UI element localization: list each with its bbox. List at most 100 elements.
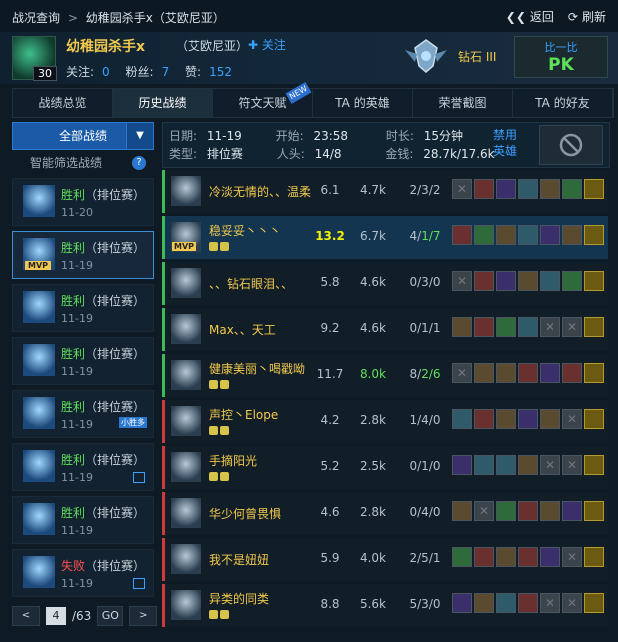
match-item[interactable]: 胜利（排位赛） 11-19 小胜多 xyxy=(12,390,154,438)
item-icon[interactable] xyxy=(518,179,538,199)
match-item[interactable]: 胜利（排位赛） 11-19 xyxy=(12,284,154,332)
item-icon[interactable] xyxy=(474,363,494,383)
empty-item-slot[interactable] xyxy=(562,593,582,613)
empty-item-slot[interactable] xyxy=(474,501,494,521)
screenshot-icon[interactable] xyxy=(133,472,145,483)
item-icon[interactable] xyxy=(562,271,582,291)
item-icon[interactable] xyxy=(496,317,516,337)
item-icon[interactable] xyxy=(452,409,472,429)
tab-screenshots[interactable]: 荣誉截图 xyxy=(413,89,513,117)
player-row[interactable]: Max、、天工 9.2 4.6k 0/1/1 xyxy=(162,308,608,351)
item-icon[interactable] xyxy=(496,409,516,429)
item-icon[interactable] xyxy=(496,593,516,613)
follow-button[interactable]: ✚ 关注 xyxy=(248,36,286,53)
item-icon[interactable] xyxy=(474,271,494,291)
go-button[interactable]: GO xyxy=(97,606,124,626)
trinket-icon[interactable] xyxy=(584,593,604,613)
match-item[interactable]: 胜利（排位赛） 11-19 xyxy=(12,443,154,491)
item-icon[interactable] xyxy=(474,409,494,429)
item-icon[interactable] xyxy=(496,501,516,521)
smart-filter[interactable]: 智能筛选战绩 ? xyxy=(12,150,154,176)
player-row[interactable]: 声控丶Elope 4.2 2.8k 1/4/0 xyxy=(162,400,608,443)
item-icon[interactable] xyxy=(496,179,516,199)
empty-item-slot[interactable] xyxy=(540,593,560,613)
empty-item-slot[interactable] xyxy=(562,317,582,337)
match-item[interactable]: 胜利（排位赛） 11-20 xyxy=(12,178,154,226)
item-icon[interactable] xyxy=(452,501,472,521)
screenshot-icon[interactable] xyxy=(133,578,145,589)
item-icon[interactable] xyxy=(518,225,538,245)
match-item[interactable]: 胜利（排位赛） 11-19 xyxy=(12,337,154,385)
tab-heroes[interactable]: TA 的英雄 xyxy=(313,89,413,117)
chevron-down-icon[interactable]: ▼ xyxy=(126,123,153,149)
item-icon[interactable] xyxy=(496,455,516,475)
back-button[interactable]: ❮❮ 返回 xyxy=(506,8,554,25)
trinket-icon[interactable] xyxy=(584,363,604,383)
tab-history[interactable]: 历史战绩 xyxy=(113,89,213,117)
empty-item-slot[interactable] xyxy=(540,317,560,337)
player-name[interactable]: 异类的同类 xyxy=(209,590,269,607)
empty-item-slot[interactable] xyxy=(540,455,560,475)
item-icon[interactable] xyxy=(562,363,582,383)
all-matches-dropdown[interactable]: 全部战绩 ▼ xyxy=(12,122,154,150)
player-name[interactable]: 我不是妞妞 xyxy=(209,551,269,568)
match-item[interactable]: 胜利（排位赛） 11-19 xyxy=(12,496,154,544)
match-item[interactable]: MVP 胜利（排位赛） 11-19 xyxy=(12,231,154,279)
empty-item-slot[interactable] xyxy=(452,363,472,383)
item-icon[interactable] xyxy=(518,593,538,613)
item-icon[interactable] xyxy=(452,547,472,567)
item-icon[interactable] xyxy=(474,455,494,475)
item-icon[interactable] xyxy=(562,179,582,199)
item-icon[interactable] xyxy=(518,501,538,521)
trinket-icon[interactable] xyxy=(584,271,604,291)
player-name[interactable]: 手摘阳光 xyxy=(209,452,257,469)
player-name[interactable]: 稳妥妥丶丶丶 xyxy=(209,222,281,239)
prev-page-button[interactable]: < xyxy=(12,606,40,626)
item-icon[interactable] xyxy=(474,317,494,337)
item-icon[interactable] xyxy=(496,547,516,567)
item-icon[interactable] xyxy=(518,317,538,337)
banned-heroes-label[interactable]: 禁用 英雄 xyxy=(483,127,527,159)
trinket-icon[interactable] xyxy=(584,547,604,567)
player-row[interactable]: 异类的同类 8.8 5.6k 5/3/0 xyxy=(162,584,608,627)
tab-friends[interactable]: TA 的好友 xyxy=(513,89,613,117)
item-icon[interactable] xyxy=(474,593,494,613)
page-input[interactable]: 4 xyxy=(46,607,66,625)
item-icon[interactable] xyxy=(496,363,516,383)
item-icon[interactable] xyxy=(474,179,494,199)
player-row[interactable]: 我不是妞妞 5.9 4.0k 2/5/1 xyxy=(162,538,608,581)
item-icon[interactable] xyxy=(474,547,494,567)
tab-overview[interactable]: 战绩总览 xyxy=(13,89,113,117)
player-row[interactable]: 手摘阳光 5.2 2.5k 0/1/0 xyxy=(162,446,608,489)
item-icon[interactable] xyxy=(452,317,472,337)
empty-item-slot[interactable] xyxy=(452,179,472,199)
player-name[interactable]: Max、、天工 xyxy=(209,321,276,338)
match-item[interactable]: 失败（排位赛） 11-19 xyxy=(12,549,154,597)
item-icon[interactable] xyxy=(540,225,560,245)
item-icon[interactable] xyxy=(496,271,516,291)
help-icon[interactable]: ? xyxy=(132,156,146,170)
breadcrumb-root[interactable]: 战况查询 xyxy=(12,11,60,25)
empty-item-slot[interactable] xyxy=(562,455,582,475)
tab-runes[interactable]: 符文天赋 NEW xyxy=(213,82,313,117)
player-name[interactable]: 、、钻石眼泪、、 xyxy=(209,275,293,292)
item-icon[interactable] xyxy=(562,501,582,521)
item-icon[interactable] xyxy=(540,363,560,383)
trinket-icon[interactable] xyxy=(584,317,604,337)
item-icon[interactable] xyxy=(540,501,560,521)
player-row[interactable]: 华少何曾畏惧 4.6 2.8k 0/4/0 xyxy=(162,492,608,535)
item-icon[interactable] xyxy=(518,271,538,291)
item-icon[interactable] xyxy=(562,225,582,245)
item-icon[interactable] xyxy=(540,547,560,567)
empty-item-slot[interactable] xyxy=(562,547,582,567)
player-name[interactable]: 冷淡无情的、、温柔 xyxy=(209,183,311,200)
player-name[interactable]: 声控丶Elope xyxy=(209,406,278,423)
empty-item-slot[interactable] xyxy=(452,271,472,291)
refresh-button[interactable]: ⟳ 刷新 xyxy=(568,8,606,25)
item-icon[interactable] xyxy=(518,363,538,383)
player-name[interactable]: 健康美丽丶喝戳呦 xyxy=(209,360,305,377)
item-icon[interactable] xyxy=(452,455,472,475)
player-row[interactable]: 冷淡无情的、、温柔 6.1 4.7k 2/3/2 xyxy=(162,170,608,213)
item-icon[interactable] xyxy=(496,225,516,245)
item-icon[interactable] xyxy=(518,409,538,429)
